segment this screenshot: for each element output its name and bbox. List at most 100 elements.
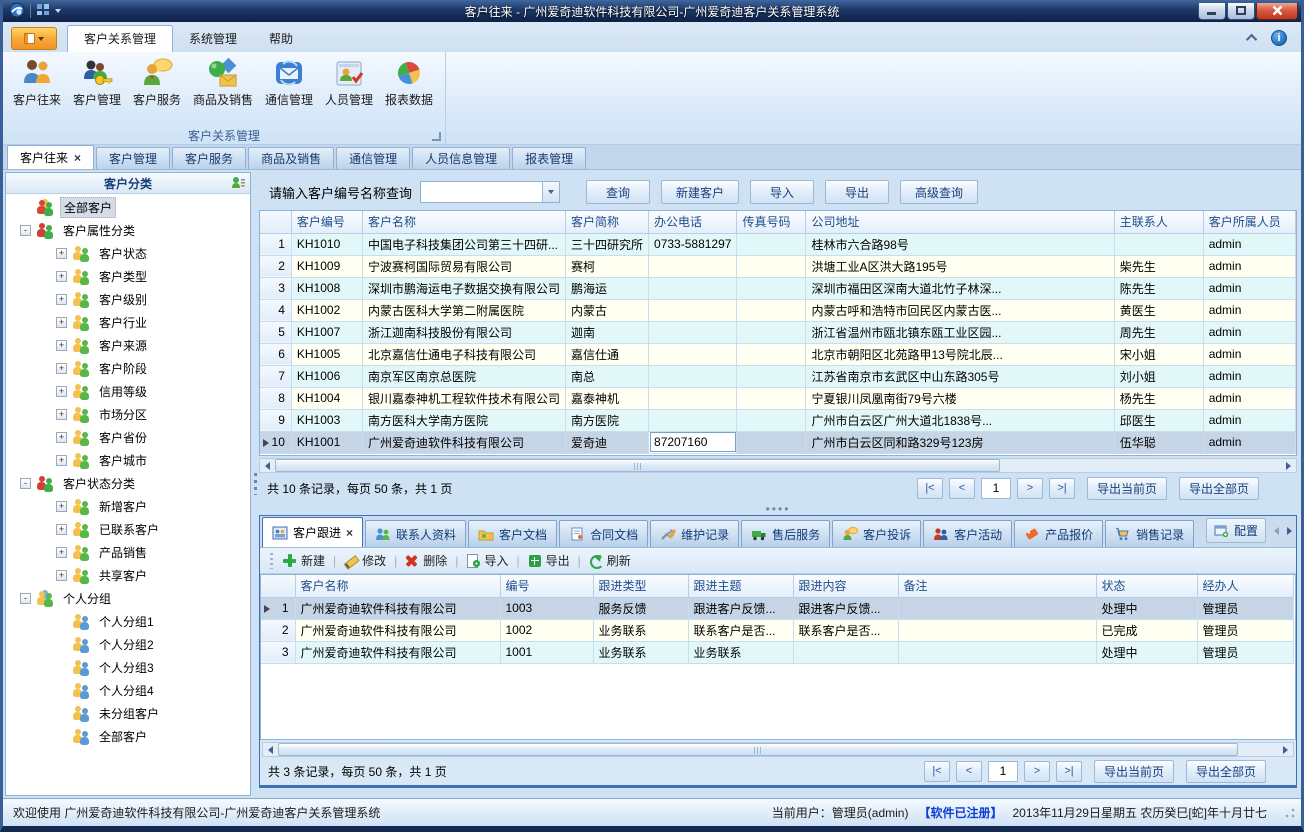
column-header[interactable]: 编号 (500, 575, 593, 597)
customer-row[interactable]: 8 KH1004 银川嘉泰神机工程软件技术有限公司 嘉泰神机 宁夏银川凤凰南街7… (260, 387, 1296, 409)
prev-page-button[interactable]: < (956, 761, 982, 782)
horizontal-splitter[interactable]: •••• (259, 503, 1297, 515)
column-header[interactable]: 公司地址 (806, 211, 1114, 233)
detail-tab-activities[interactable]: 客户活动 (923, 520, 1012, 547)
customer-row[interactable]: 5 KH1007 浙江迦南科技股份有限公司 迦南 浙江省温州市瓯北镇东瓯工业区园… (260, 321, 1296, 343)
last-page-button[interactable]: >| (1056, 761, 1082, 782)
query-button[interactable]: 查询 (586, 180, 650, 204)
tree-item[interactable]: 全部客户 (6, 725, 250, 748)
export-button[interactable]: 导出 (825, 180, 889, 204)
tree-expander[interactable]: + (56, 340, 67, 351)
column-header[interactable]: 客户名称 (295, 575, 500, 597)
configure-tabs-button[interactable]: 配置 (1206, 518, 1266, 543)
detail-tab-contacts[interactable]: 联系人资料 (365, 520, 466, 547)
tree-item[interactable]: + 共享客户 (6, 564, 250, 587)
page-number-box[interactable]: 1 (988, 761, 1018, 782)
tree-item[interactable]: + 客户类型 (6, 265, 250, 288)
tree-expander[interactable]: + (56, 501, 67, 512)
column-header[interactable]: 跟进主题 (688, 575, 793, 597)
column-header[interactable]: 客户名称 (363, 211, 566, 233)
close-tab-icon[interactable]: × (74, 151, 81, 165)
customer-search-combobox[interactable] (420, 181, 560, 203)
doc-tab-communication[interactable]: 通信管理 (336, 147, 410, 169)
new-record-button[interactable]: 新建 (283, 552, 325, 569)
scrollbar-thumb[interactable] (278, 743, 1238, 756)
resize-grip-icon[interactable] (1285, 808, 1295, 818)
new-customer-button[interactable]: 新建客户 (661, 180, 739, 204)
tree-item[interactable]: + 客户级别 (6, 288, 250, 311)
tree-item[interactable]: + 市场分区 (6, 403, 250, 426)
ribbon-tab-system[interactable]: 系统管理 (173, 26, 253, 52)
column-header[interactable]: 传真号码 (737, 211, 806, 233)
tree-expander[interactable]: + (56, 317, 67, 328)
column-header[interactable]: 主联系人 (1114, 211, 1203, 233)
tree-item[interactable]: 未分组客户 (6, 702, 250, 725)
tree-item[interactable]: + 产品销售 (6, 541, 250, 564)
detail-tab-complaints[interactable]: 客户投诉 (832, 520, 921, 547)
followup-row[interactable]: 1 广州爱奇迪软件科技有限公司 1003 服务反馈 跟进客户反馈... 跟进客户… (261, 597, 1293, 619)
tree-expander[interactable]: - (20, 225, 31, 236)
column-header[interactable]: 备注 (898, 575, 1096, 597)
export-all-pages-button[interactable]: 导出全部页 (1179, 477, 1259, 500)
tree-expander[interactable]: - (20, 478, 31, 489)
tree-expander[interactable]: + (56, 386, 67, 397)
tree-item[interactable]: + 客户省份 (6, 426, 250, 449)
restore-button[interactable] (1227, 3, 1255, 20)
tree-item[interactable]: + 客户来源 (6, 334, 250, 357)
customer-row[interactable]: 7 KH1006 南京军区南京总医院 南总 江苏省南京市玄武区中山东路305号 … (260, 365, 1296, 387)
ribbon-button-products-sales[interactable]: 商品及销售 (187, 55, 259, 108)
minimize-button[interactable] (1198, 3, 1226, 20)
customer-row[interactable]: 1 KH1010 中国电子科技集团公司第三十四研... 三十四研究所 0733-… (260, 233, 1296, 255)
export-current-page-button[interactable]: 导出当前页 (1087, 477, 1167, 500)
ribbon-button-customer-service[interactable]: 客户服务 (127, 55, 187, 108)
doc-tab-customer-contacts[interactable]: 客户往来 × (7, 145, 94, 169)
export-all-pages-button[interactable]: 导出全部页 (1186, 760, 1266, 783)
column-header[interactable]: 客户编号 (291, 211, 362, 233)
tree-item[interactable]: 全部客户 (6, 196, 250, 219)
tree-item[interactable]: 个人分组4 (6, 679, 250, 702)
doc-tab-customer-service[interactable]: 客户服务 (172, 147, 246, 169)
ribbon-button-personnel[interactable]: 人员管理 (319, 55, 379, 108)
tree-item[interactable]: 个人分组3 (6, 656, 250, 679)
detail-tab-after-sales[interactable]: 售后服务 (741, 520, 830, 547)
combo-dropdown-button[interactable] (542, 182, 559, 202)
tree-expander[interactable]: + (56, 432, 67, 443)
tree-item[interactable]: + 客户城市 (6, 449, 250, 472)
import-button[interactable]: 导入 (750, 180, 814, 204)
tab-scroll-left-icon[interactable] (1274, 527, 1279, 535)
tree-expander[interactable]: + (56, 455, 67, 466)
doc-tab-reports[interactable]: 报表管理 (512, 147, 586, 169)
doc-tab-products-sales[interactable]: 商品及销售 (248, 147, 334, 169)
ribbon-button-customer-contacts[interactable]: 客户往来 (7, 55, 67, 108)
followup-grid-hscrollbar[interactable] (262, 742, 1294, 757)
tree-item[interactable]: + 客户行业 (6, 311, 250, 334)
tree-expander[interactable]: + (56, 570, 67, 581)
column-header[interactable]: 客户简称 (566, 211, 649, 233)
page-number-box[interactable]: 1 (981, 478, 1011, 499)
export-records-button[interactable]: 导出 (528, 552, 570, 569)
followup-row[interactable]: 3 广州爱奇迪软件科技有限公司 1001 业务联系 业务联系 处理中 管理员 (261, 641, 1293, 663)
column-header[interactable]: 跟进内容 (793, 575, 898, 597)
detail-tab-contract-docs[interactable]: 合同文档 (559, 520, 648, 547)
close-tab-icon[interactable]: × (346, 526, 353, 540)
import-records-button[interactable]: 导入 (466, 552, 508, 569)
prev-page-button[interactable]: < (949, 478, 975, 499)
last-page-button[interactable]: >| (1049, 478, 1075, 499)
dialog-launcher-icon[interactable] (432, 132, 441, 141)
collapse-ribbon-icon[interactable] (1246, 34, 1257, 45)
tree-expander[interactable]: + (56, 547, 67, 558)
column-header[interactable]: 状态 (1096, 575, 1197, 597)
edit-record-button[interactable]: 修改 (344, 552, 386, 569)
tree-item[interactable]: + 信用等级 (6, 380, 250, 403)
column-header[interactable]: 办公电话 (649, 211, 737, 233)
customer-row[interactable]: 10 KH1001 广州爱奇迪软件科技有限公司 爱奇迪 87207160 广州市… (260, 431, 1296, 453)
close-button[interactable] (1256, 3, 1298, 20)
customer-row[interactable]: 6 KH1005 北京嘉信仕通电子科技有限公司 嘉信仕通 北京市朝阳区北苑路甲1… (260, 343, 1296, 365)
next-page-button[interactable]: > (1017, 478, 1043, 499)
ribbon-button-customer-management[interactable]: 客户管理 (67, 55, 127, 108)
next-page-button[interactable]: > (1024, 761, 1050, 782)
ribbon-button-reports[interactable]: 报表数据 (379, 55, 439, 108)
tree-item[interactable]: + 已联系客户 (6, 518, 250, 541)
detail-tab-followup[interactable]: 客户跟进 × (262, 517, 363, 547)
detail-tab-customer-docs[interactable]: 客户文档 (468, 520, 557, 547)
